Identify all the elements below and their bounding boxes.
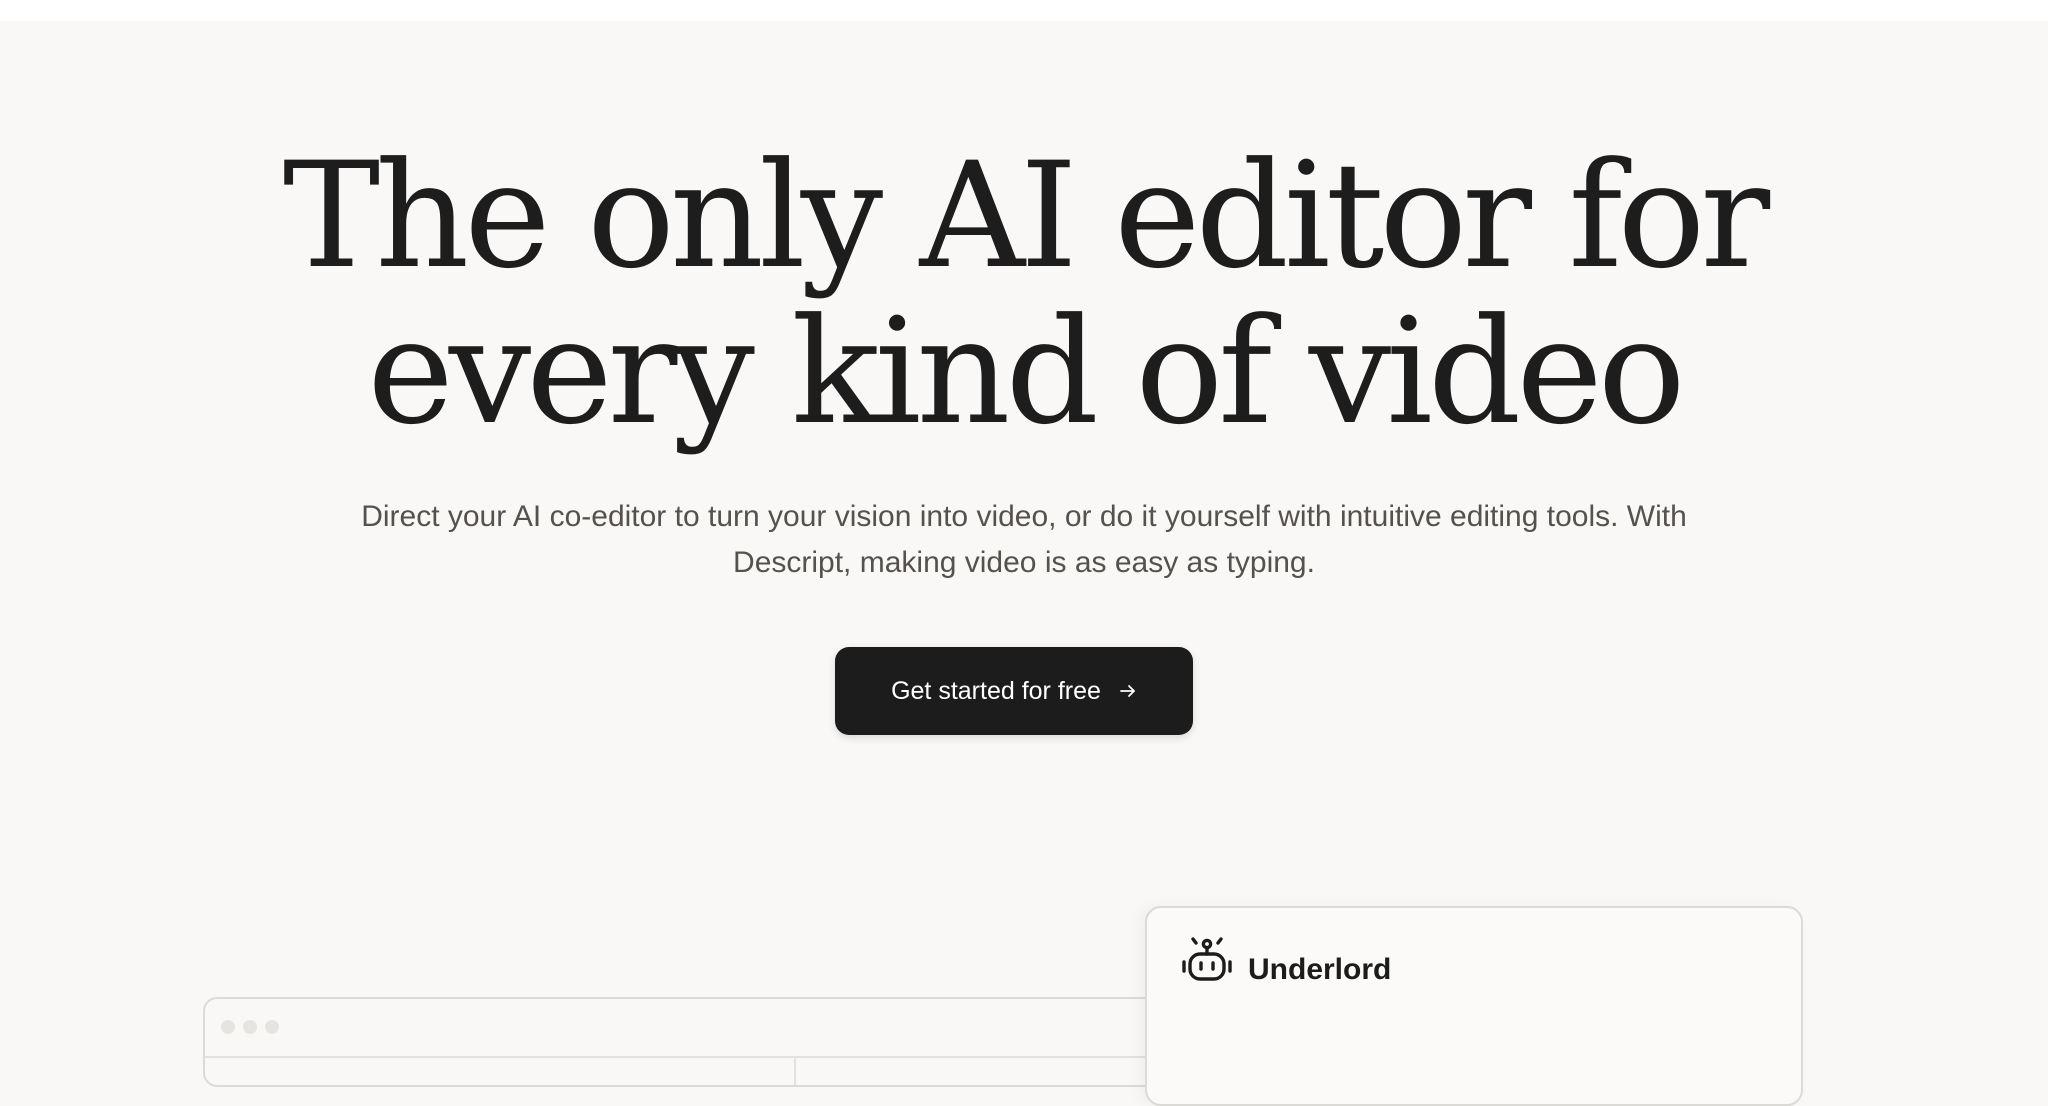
hero-title-line-1: The only AI editor for xyxy=(282,131,1770,301)
window-controls xyxy=(221,1020,279,1034)
underlord-title: Underlord xyxy=(1248,953,1392,986)
underlord-panel: Underlord xyxy=(1145,906,1803,1106)
window-header-divider xyxy=(205,1056,1201,1058)
top-bar xyxy=(0,0,2048,21)
hero-title: The only AI editor for every kind of vid… xyxy=(0,138,2048,450)
hero-subtitle-line-2: Descript, making video is as easy as typ… xyxy=(733,546,1315,579)
editor-window-preview xyxy=(203,997,1203,1087)
window-dot-icon[interactable] xyxy=(221,1020,235,1034)
arrow-right-icon xyxy=(1119,682,1137,700)
window-dot-icon[interactable] xyxy=(265,1020,279,1034)
get-started-button[interactable]: Get started for free xyxy=(835,647,1193,735)
hero-title-line-2: every kind of video xyxy=(367,287,1685,457)
hero-subtitle-line-1: Direct your AI co-editor to turn your vi… xyxy=(361,500,1687,533)
get-started-label: Get started for free xyxy=(891,676,1101,705)
hero-subtitle: Direct your AI co-editor to turn your vi… xyxy=(300,494,1748,586)
robot-icon xyxy=(1181,935,1233,987)
window-dot-icon[interactable] xyxy=(243,1020,257,1034)
window-column-divider xyxy=(794,1058,796,1085)
